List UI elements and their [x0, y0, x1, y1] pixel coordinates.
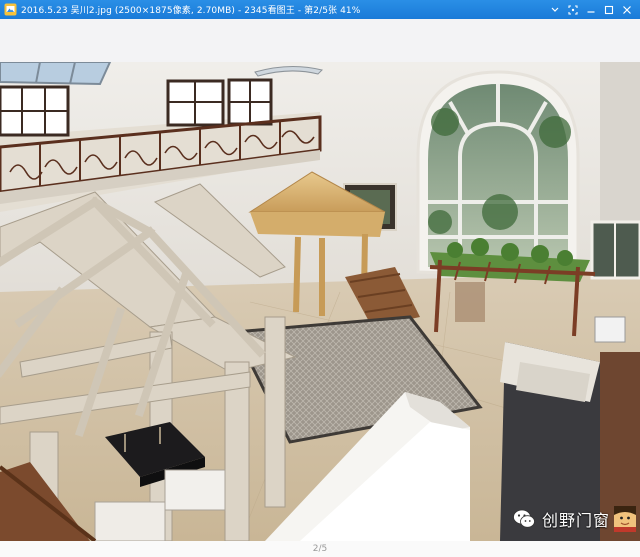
- minimize-icon: [587, 10, 595, 13]
- close-icon: [623, 5, 631, 14]
- restore-icon: [551, 7, 559, 12]
- image-viewport[interactable]: 创野门窗: [0, 62, 640, 541]
- interior-render-image: [0, 62, 640, 541]
- watermark: 创野门窗: [506, 502, 640, 536]
- status-bar: 2/5: [0, 541, 640, 557]
- avatar: [614, 506, 636, 532]
- page-indicator: 2/5: [312, 544, 328, 554]
- restore-button[interactable]: [546, 0, 564, 19]
- maximize-icon: [604, 5, 614, 14]
- watermark-text: 创野门窗: [541, 511, 610, 530]
- fit-screen-button[interactable]: [564, 0, 582, 19]
- window-title: 2016.5.23 吴川2.jpg (2500×1875像素, 2.70MB) …: [21, 6, 361, 16]
- wechat-icon: [513, 509, 535, 528]
- fit-icon: [568, 4, 578, 15]
- toolbar-area: [0, 19, 640, 62]
- minimize-button[interactable]: [582, 0, 600, 19]
- maximize-button[interactable]: [600, 0, 618, 19]
- close-button[interactable]: [618, 0, 636, 19]
- app-icon: [4, 3, 17, 16]
- title-bar[interactable]: 2016.5.23 吴川2.jpg (2500×1875像素, 2.70MB) …: [0, 0, 640, 19]
